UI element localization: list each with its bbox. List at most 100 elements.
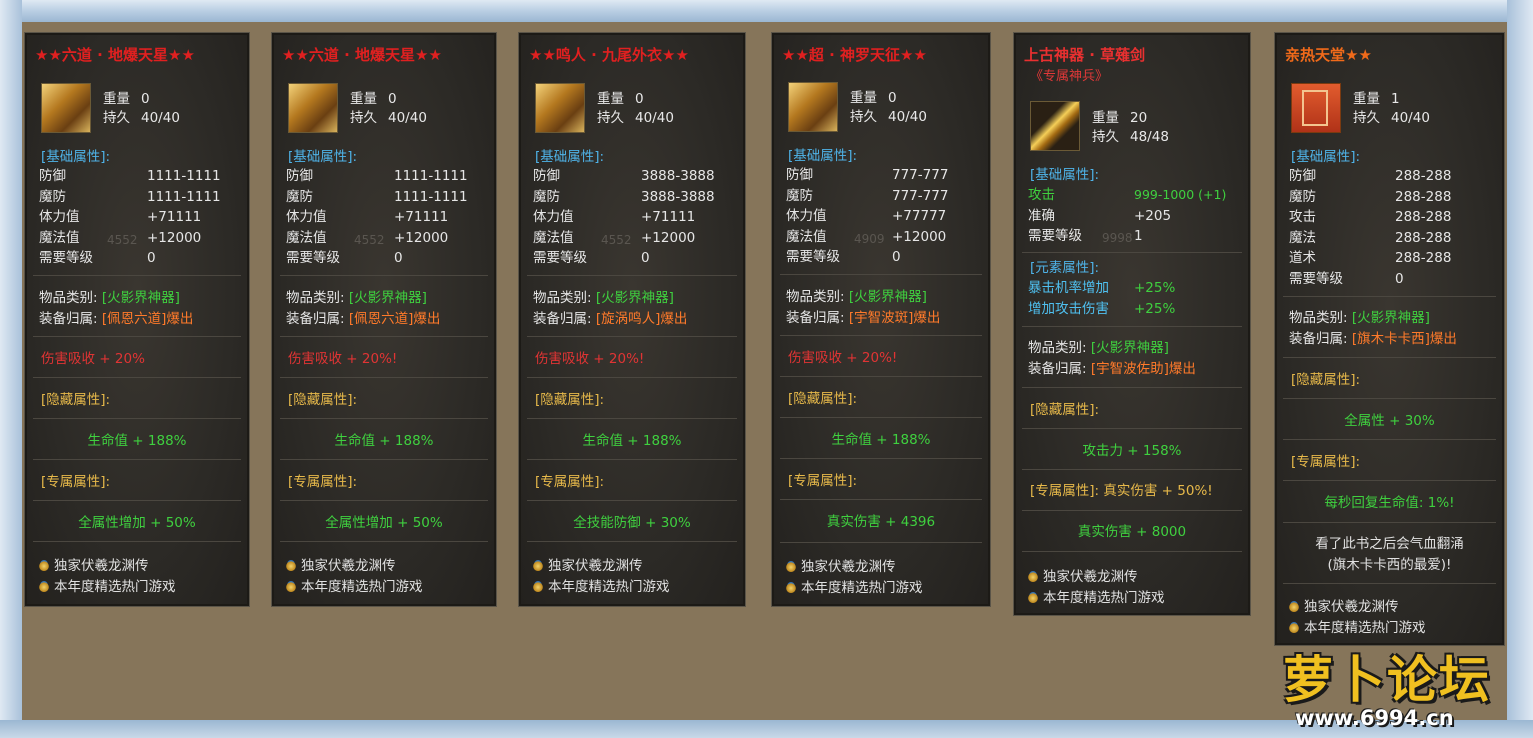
sword-icon [1030, 101, 1080, 151]
durability-value: 48/48 [1130, 129, 1169, 145]
durability-value: 40/40 [635, 110, 674, 126]
base-attr-header: [基础属性]: [41, 149, 111, 165]
gem-icon [1287, 600, 1301, 612]
divider [527, 459, 737, 460]
owner-row: 装备归属: [旗木卡卡西]爆出 [1289, 331, 1457, 347]
stat-row: 魔法值 +12000 [533, 230, 696, 246]
base-attr-header: [基础属性]: [288, 149, 358, 165]
weight-value: 0 [635, 91, 644, 107]
divider [33, 541, 241, 542]
item-tooltip-card: ★★超 · 神罗天征★★ 重量 0 持久 40/40 [基础属性]: 防御 777… [771, 32, 991, 607]
gem-icon [784, 560, 798, 572]
stat-row: 魔防 288-288 [1289, 189, 1452, 205]
stat-row: 体力值 +71111 [286, 209, 449, 225]
item-tooltip-card: 亲热天堂★★ 重量 1 持久 40/40 [基础属性]: 防御 288-288 魔… [1274, 32, 1505, 646]
stat-row: 需要等级 0 [286, 250, 403, 266]
durability-value: 40/40 [888, 109, 927, 125]
weight-value: 0 [388, 91, 397, 107]
durability-value: 40/40 [1391, 110, 1430, 126]
divider [1283, 296, 1496, 297]
ad-line: 本年度精选热门游戏 [37, 577, 176, 598]
ad-line: 独家伏羲龙渊传 [1287, 597, 1399, 618]
element-row: 暴击机率增加 +25% [1028, 280, 1176, 296]
item-description-line: 看了此书之后会气血翻涌 [1315, 536, 1464, 552]
item-tooltip-card: ★★六道 · 地爆天星★★ 重量 0 持久 40/40 [基础属性]: 防御 11… [24, 32, 250, 607]
category-row: 物品类别: [火影界神器] [786, 289, 927, 305]
owner-row: 装备归属: [旋涡鸣人]爆出 [533, 311, 688, 327]
watermark-url: www.6994.cn [1295, 706, 1454, 730]
stat-row: 需要等级 0 [533, 250, 650, 266]
hidden-attr-value: 全属性 + 30% [1344, 413, 1435, 429]
divider [1283, 583, 1496, 584]
gem-icon [784, 581, 798, 593]
ad-line: 本年度精选热门游戏 [784, 578, 923, 599]
item-tooltip-card: ★★六道 · 地爆天星★★ 重量 0 持久 40/40 [基础属性]: 防御 11… [271, 32, 497, 607]
owner-row: 装备归属: [宇智波佐助]爆出 [1028, 361, 1196, 377]
stat-row: 防御 777-777 [786, 167, 949, 183]
divider [1283, 398, 1496, 399]
base-attr-header: [基础属性]: [535, 149, 605, 165]
site-watermark-logo: 萝卜论坛 www.6994.cn [1283, 640, 1523, 736]
exclusive-attr-header: [专属属性]: [288, 474, 358, 490]
divider [280, 500, 488, 501]
stat-row: 魔防 1111-1111 [39, 189, 221, 205]
weight-label: 重量 [103, 91, 130, 107]
category-row: 物品类别: [火影界神器] [39, 290, 180, 306]
durability-value: 40/40 [141, 110, 180, 126]
weight-label: 重量 [1353, 91, 1380, 107]
hidden-attr-value: 生命值 + 188% [582, 433, 682, 449]
owner-row: 装备归属: [佩恩六道]爆出 [39, 311, 194, 327]
ad-line: 独家伏羲龙渊传 [531, 556, 643, 577]
base-attr-header: [基础属性]: [1291, 149, 1361, 165]
owner-row: 装备归属: [佩恩六道]爆出 [286, 311, 441, 327]
weight-label: 重量 [350, 91, 377, 107]
divider [1283, 357, 1496, 358]
durability-label: 持久 [1092, 129, 1119, 145]
weight-label: 重量 [1092, 110, 1119, 126]
divider [780, 376, 982, 377]
hidden-attr-value: 攻击力 + 158% [1082, 443, 1182, 459]
exclusive-attr-value: 全技能防御 + 30% [573, 515, 691, 531]
ad-line: 本年度精选热门游戏 [1026, 588, 1165, 609]
weight-value: 0 [888, 90, 897, 106]
stat-row: 需要等级 1 [1028, 228, 1143, 244]
weight-value: 20 [1130, 110, 1148, 126]
weight-value: 1 [1391, 91, 1400, 107]
element-attr-header: [元素属性]: [1030, 260, 1100, 276]
stat-row: 防御 1111-1111 [286, 168, 468, 184]
item-title: ★★六道 · 地爆天星★★ [35, 46, 195, 64]
stat-row: 攻击 999-1000 (+1) [1028, 187, 1227, 203]
gem-icon [1026, 570, 1040, 582]
divider [527, 377, 737, 378]
stat-row: 魔法 288-288 [1289, 230, 1452, 246]
damage-absorb-line: 伤害吸收 + 20%! [535, 351, 645, 367]
divider [33, 377, 241, 378]
item-title: ★★六道 · 地爆天星★★ [282, 46, 442, 64]
stat-row: 需要等级 0 [39, 250, 156, 266]
item-armor-icon [535, 83, 585, 133]
durability-value: 40/40 [388, 110, 427, 126]
stat-row: 魔防 1111-1111 [286, 189, 468, 205]
divider [1283, 522, 1496, 523]
divider [780, 417, 982, 418]
divider [280, 541, 488, 542]
item-title: ★★鸣人 · 九尾外衣★★ [529, 46, 689, 64]
damage-absorb-line: 伤害吸收 + 20%! [288, 351, 398, 367]
gem-icon [37, 580, 51, 592]
divider [527, 336, 737, 337]
stat-row: 魔法值 +12000 [786, 229, 947, 245]
stat-row: 体力值 +77777 [786, 208, 947, 224]
stat-row: 攻击 288-288 [1289, 209, 1452, 225]
damage-absorb-line: 伤害吸收 + 20% [41, 351, 145, 367]
hidden-attr-header: [隐藏属性]: [1030, 402, 1100, 418]
divider [780, 335, 982, 336]
category-row: 物品类别: [火影界神器] [286, 290, 427, 306]
stat-row: 道术 288-288 [1289, 250, 1452, 266]
divider [780, 542, 982, 543]
item-subtitle: 《专属神兵》 [1030, 69, 1109, 84]
divider [527, 275, 737, 276]
stat-row: 准确 +205 [1028, 208, 1172, 224]
divider [280, 377, 488, 378]
stat-row: 防御 1111-1111 [39, 168, 221, 184]
divider [33, 275, 241, 276]
